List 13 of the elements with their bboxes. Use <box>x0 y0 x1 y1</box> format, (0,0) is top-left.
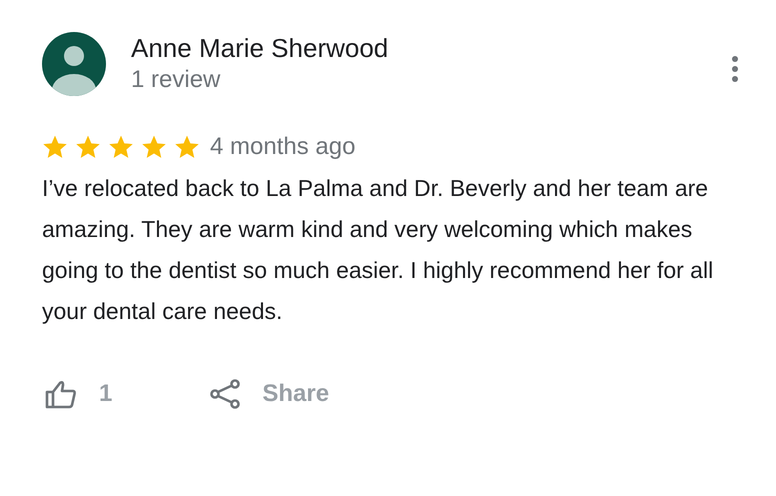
review-text: I’ve relocated back to La Palma and Dr. Beverly and her team are amazing. They are warm kind and very welcoming which makes going to the dentist so much easier. I highly recommend her for all your dental care needs. <box>42 174 714 326</box>
like-count: 1 <box>99 379 112 409</box>
star-filled-icon <box>141 134 167 160</box>
share-icon <box>210 379 240 409</box>
reviewer-name[interactable]: Anne Marie Sherwood <box>131 32 388 64</box>
review-time: 4 months ago <box>210 132 356 162</box>
thumbs-up-icon[interactable] <box>45 380 77 408</box>
star-filled-icon <box>42 134 68 160</box>
star-filled-icon <box>174 134 200 160</box>
more-options-icon[interactable] <box>732 56 738 82</box>
star-filled-icon <box>108 134 134 160</box>
review-count: 1 review <box>131 65 222 95</box>
star-filled-icon <box>75 134 101 160</box>
